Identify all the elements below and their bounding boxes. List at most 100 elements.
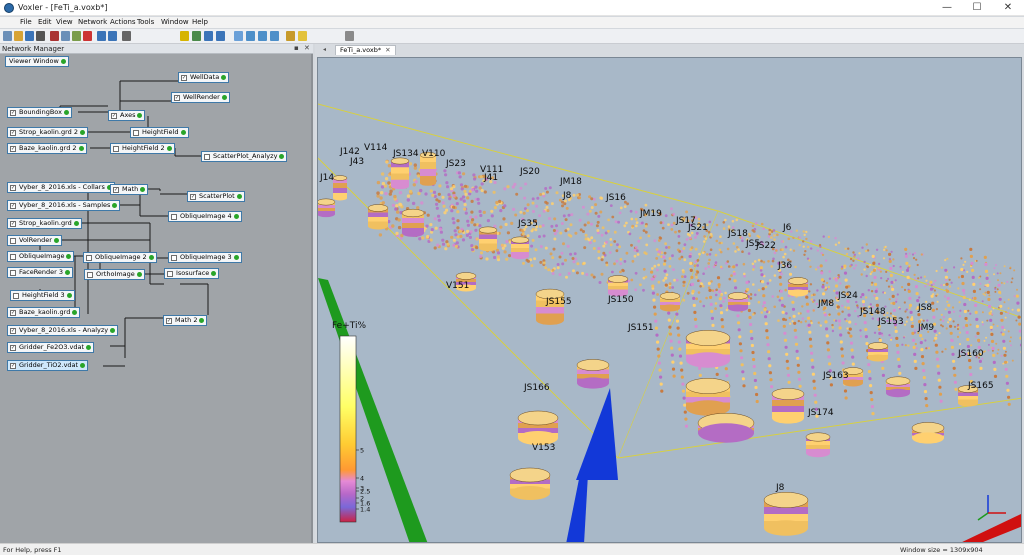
menu-tools[interactable]: Tools bbox=[137, 18, 154, 26]
panel-close-icon[interactable]: ✕ bbox=[304, 44, 310, 52]
node-checkbox[interactable] bbox=[171, 214, 177, 220]
node-checkbox[interactable]: ✓ bbox=[10, 310, 16, 316]
network-canvas[interactable]: Viewer Window ✓ WellData ✓ WellRender ✓ Boundi… bbox=[0, 54, 313, 543]
node-gridder-tio2[interactable]: ✓ Gridder_TiO2.vdat bbox=[7, 360, 89, 371]
print-icon[interactable] bbox=[36, 31, 45, 41]
node-math[interactable]: ✓ Math bbox=[110, 184, 149, 195]
output-port-icon[interactable] bbox=[112, 202, 118, 208]
node-checkbox[interactable]: ✓ bbox=[10, 146, 16, 152]
node-checkbox[interactable]: ✓ bbox=[166, 318, 172, 324]
output-port-icon[interactable] bbox=[72, 309, 78, 315]
node-heightfield-2[interactable]: HeightField 2 bbox=[110, 143, 175, 154]
output-port-icon[interactable] bbox=[166, 145, 172, 151]
pan-icon[interactable] bbox=[204, 31, 213, 41]
node-checkbox[interactable] bbox=[10, 270, 16, 276]
new-icon[interactable] bbox=[3, 31, 12, 41]
view-side-icon[interactable] bbox=[258, 31, 267, 41]
node-checkbox[interactable]: ✓ bbox=[181, 75, 187, 81]
node-strop-kaolin-2[interactable]: ✓ Strop_kaolin.grd 2 bbox=[7, 127, 88, 138]
node-checkbox[interactable] bbox=[204, 154, 210, 160]
node-obliqueimage-3[interactable]: ObliqueImage 3 bbox=[168, 252, 242, 263]
node-checkbox[interactable] bbox=[133, 130, 139, 136]
zoom-icon[interactable] bbox=[216, 31, 225, 41]
node-gridder-fe2o3[interactable]: ✓ Gridder_Fe2O3.vdat bbox=[7, 342, 95, 353]
view-iso-icon[interactable] bbox=[270, 31, 279, 41]
output-port-icon[interactable] bbox=[233, 213, 239, 219]
node-scatterplot[interactable]: ✓ ScatterPlot bbox=[187, 191, 245, 202]
3d-scene[interactable]: J14J142 V114J43JS134 V110JS23V111J41JS20JM… bbox=[318, 58, 1022, 543]
node-viewer-window[interactable]: Viewer Window bbox=[5, 56, 69, 67]
minimize-button[interactable]: — bbox=[932, 0, 962, 16]
node-volrender[interactable]: VolRender bbox=[7, 235, 62, 246]
output-port-icon[interactable] bbox=[211, 270, 217, 276]
output-port-icon[interactable] bbox=[137, 112, 143, 118]
module-icon[interactable] bbox=[345, 31, 354, 41]
tab-close-icon[interactable]: ✕ bbox=[385, 46, 390, 54]
rotate-icon[interactable] bbox=[192, 31, 201, 41]
node-obliqueimage[interactable]: ObliqueImage bbox=[7, 251, 75, 262]
output-port-icon[interactable] bbox=[86, 344, 92, 350]
node-boundingbox[interactable]: ✓ BoundingBox bbox=[7, 107, 72, 118]
output-port-icon[interactable] bbox=[221, 74, 227, 80]
menu-view[interactable]: View bbox=[56, 18, 73, 26]
node-checkbox[interactable]: ✓ bbox=[10, 363, 16, 369]
node-checkbox[interactable] bbox=[167, 271, 173, 277]
node-strop-kaolin[interactable]: ✓ Strop_kaolin.grd bbox=[7, 218, 82, 229]
maximize-button[interactable]: ☐ bbox=[962, 0, 992, 16]
delete-icon[interactable] bbox=[83, 31, 92, 41]
node-checkbox[interactable]: ✓ bbox=[10, 130, 16, 136]
output-port-icon[interactable] bbox=[79, 129, 85, 135]
node-checkbox[interactable] bbox=[86, 255, 92, 261]
tab-menu-icon[interactable]: ◂ bbox=[323, 46, 326, 53]
pin-icon[interactable]: ▪ bbox=[294, 44, 299, 52]
node-checkbox[interactable]: ✓ bbox=[190, 194, 196, 200]
output-port-icon[interactable] bbox=[140, 186, 146, 192]
node-axes[interactable]: ✓ Axes bbox=[108, 110, 146, 121]
output-port-icon[interactable] bbox=[199, 317, 205, 323]
node-checkbox[interactable]: ✓ bbox=[10, 221, 16, 227]
node-checkbox[interactable]: ✓ bbox=[111, 113, 117, 119]
output-port-icon[interactable] bbox=[53, 237, 59, 243]
menu-file[interactable]: File bbox=[20, 18, 32, 26]
copy-icon[interactable] bbox=[61, 31, 70, 41]
menu-window[interactable]: Window bbox=[161, 18, 189, 26]
output-port-icon[interactable] bbox=[60, 58, 66, 64]
light-icon[interactable] bbox=[298, 31, 307, 41]
output-port-icon[interactable] bbox=[78, 145, 84, 151]
node-checkbox[interactable] bbox=[13, 293, 19, 299]
output-port-icon[interactable] bbox=[73, 220, 79, 226]
node-welldata[interactable]: ✓ WellData bbox=[178, 72, 230, 83]
output-port-icon[interactable] bbox=[279, 153, 285, 159]
node-checkbox[interactable]: ✓ bbox=[10, 185, 16, 191]
node-heightfield-3[interactable]: HeightField 3 bbox=[10, 290, 75, 301]
menu-network[interactable]: Network bbox=[78, 18, 107, 26]
paste-icon[interactable] bbox=[72, 31, 81, 41]
output-port-icon[interactable] bbox=[66, 292, 72, 298]
redo-icon[interactable] bbox=[108, 31, 117, 41]
output-port-icon[interactable] bbox=[66, 253, 72, 259]
node-checkbox[interactable]: ✓ bbox=[174, 95, 180, 101]
node-baze-kaolin[interactable]: ✓ Baze_kaolin.grd bbox=[7, 307, 81, 318]
undo-icon[interactable] bbox=[97, 31, 106, 41]
output-port-icon[interactable] bbox=[80, 362, 86, 368]
node-facerender-3[interactable]: FaceRender 3 bbox=[7, 267, 74, 278]
node-checkbox[interactable] bbox=[87, 272, 93, 278]
output-port-icon[interactable] bbox=[180, 129, 186, 135]
close-button[interactable]: ✕ bbox=[993, 0, 1023, 16]
node-math-2[interactable]: ✓ Math 2 bbox=[163, 315, 208, 326]
node-isosurface[interactable]: Isosurface bbox=[164, 268, 220, 279]
node-obliqueimage-2[interactable]: ObliqueImage 2 bbox=[83, 252, 157, 263]
node-wellrender[interactable]: ✓ WellRender bbox=[171, 92, 230, 103]
node-baze-kaolin-2[interactable]: ✓ Baze_kaolin.grd 2 bbox=[7, 143, 87, 154]
node-checkbox[interactable]: ✓ bbox=[10, 110, 16, 116]
view-front-icon[interactable] bbox=[246, 31, 255, 41]
node-checkbox[interactable]: ✓ bbox=[10, 328, 16, 334]
node-vyber-samples[interactable]: ✓ Vyber_8_2016.xls - Samples bbox=[7, 200, 121, 211]
node-vyber-analyzy[interactable]: ✓ Vyber_8_2016.xls - Analyzy bbox=[7, 325, 119, 336]
tab-document[interactable]: FeTi_a.voxb* ✕ bbox=[335, 45, 396, 55]
output-port-icon[interactable] bbox=[63, 109, 69, 115]
node-vyber-collars[interactable]: ✓ Vyber_8_2016.xls - Collars bbox=[7, 182, 115, 193]
output-port-icon[interactable] bbox=[65, 269, 71, 275]
select-icon[interactable] bbox=[122, 31, 131, 41]
output-port-icon[interactable] bbox=[233, 254, 239, 260]
